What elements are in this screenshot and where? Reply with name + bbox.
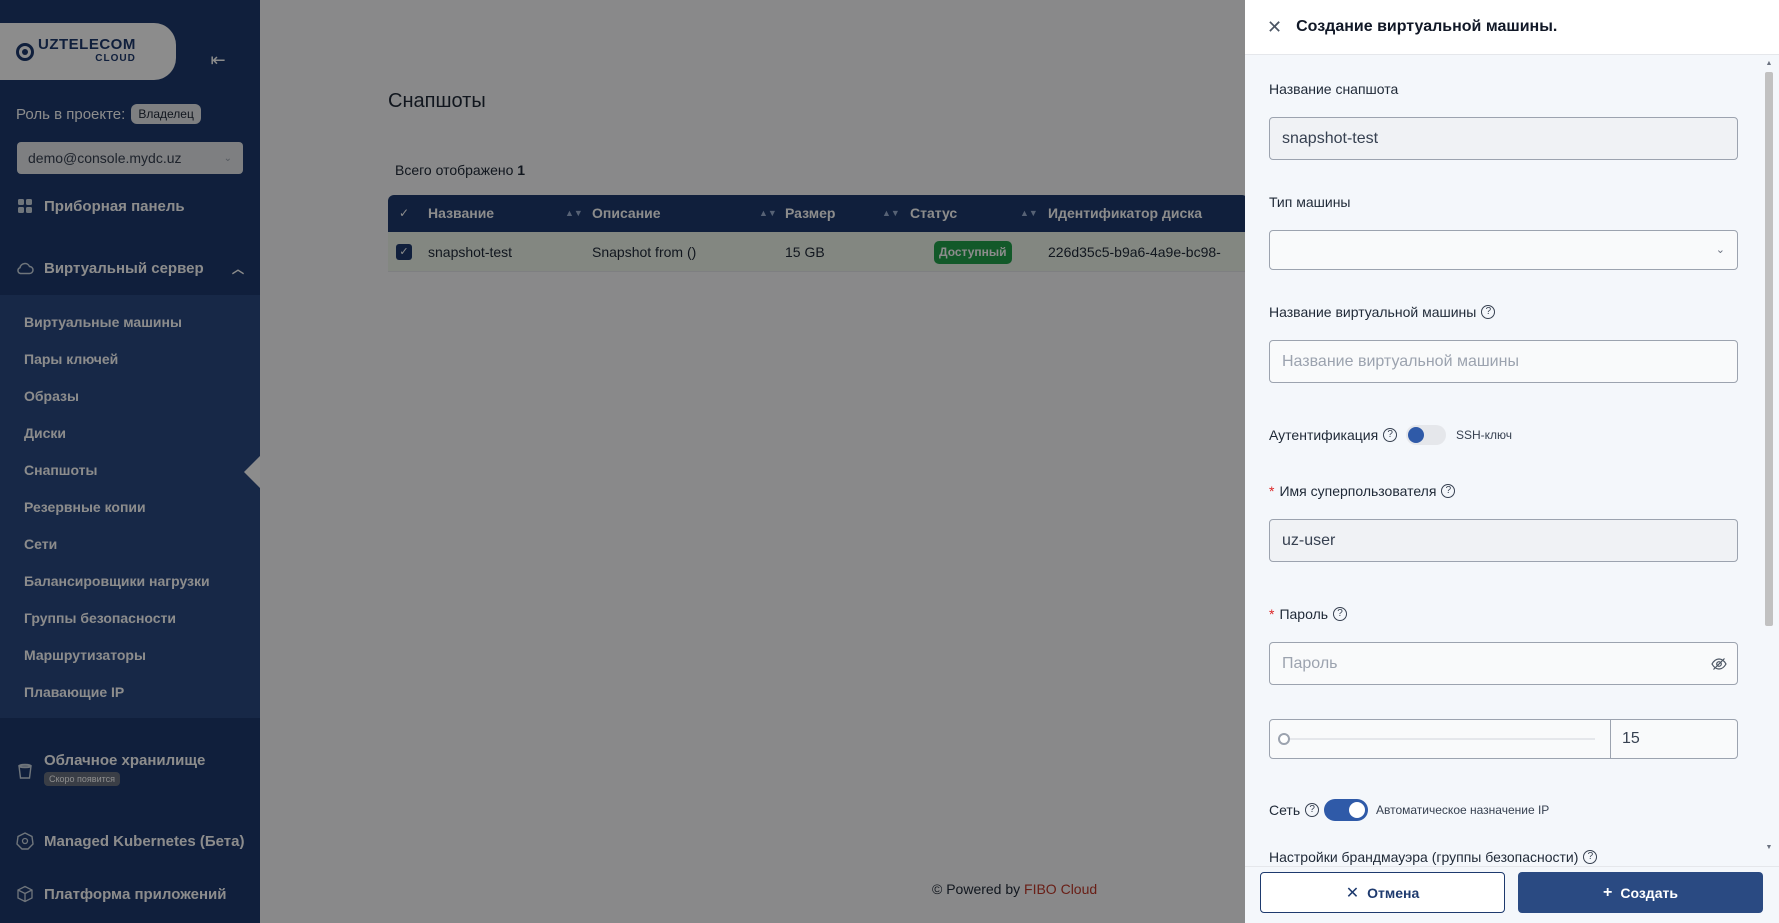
snapshot-name-value: snapshot-test — [1282, 130, 1379, 147]
help-icon[interactable]: ? — [1441, 484, 1456, 498]
help-icon[interactable]: ? — [1333, 607, 1348, 621]
help-icon[interactable]: ? — [1305, 803, 1320, 817]
cancel-button-label: Отмена — [1367, 884, 1420, 901]
machine-type-select[interactable]: ⌄ — [1269, 230, 1738, 270]
help-icon[interactable]: ? — [1481, 305, 1496, 319]
scroll-down-icon[interactable]: ▼ — [1764, 844, 1774, 851]
vm-name-label-row: Название виртуальной машины ? — [1269, 304, 1496, 320]
drawer-title: Создание виртуальной машины. — [1296, 18, 1558, 35]
network-option-label: Автоматическое назначение IP — [1376, 803, 1550, 817]
chevron-down-icon: ⌄ — [1715, 244, 1725, 256]
vm-name-label: Название виртуальной машины — [1269, 304, 1477, 320]
create-vm-drawer: ✕ Создание виртуальной машины. Название … — [1245, 0, 1779, 923]
create-button-label: Создать — [1620, 884, 1678, 901]
network-toggle[interactable] — [1324, 799, 1368, 821]
auth-option-label: SSH-ключ — [1456, 428, 1513, 442]
firewall-label-row: Настройки брандмауэра (группы безопаснос… — [1269, 849, 1598, 865]
disk-size-slider-handle[interactable] — [1278, 733, 1290, 745]
password-label: Пароль — [1279, 606, 1329, 622]
network-label: Сеть — [1269, 802, 1301, 818]
superuser-label-row: * Имя суперпользователя ? — [1269, 483, 1456, 499]
disk-size-input[interactable]: 15 — [1610, 720, 1738, 758]
password-placeholder: Пароль — [1282, 655, 1338, 672]
scroll-up-icon[interactable]: ▲ — [1764, 60, 1774, 67]
auth-toggle[interactable] — [1406, 425, 1446, 445]
vm-name-placeholder: Название виртуальной машины — [1282, 353, 1519, 370]
close-icon: ✕ — [1345, 884, 1360, 902]
cancel-button[interactable]: ✕ Отмена — [1260, 872, 1505, 913]
machine-type-label: Тип машины — [1269, 194, 1351, 210]
firewall-label: Настройки брандмауэра (группы безопаснос… — [1269, 849, 1579, 865]
required-mark: * — [1269, 606, 1275, 622]
snapshot-name-label: Название снапшота — [1269, 81, 1399, 97]
password-label-row: * Пароль ? — [1269, 606, 1348, 622]
snapshot-name-input: snapshot-test — [1269, 117, 1738, 160]
create-button[interactable]: + Создать — [1518, 872, 1763, 913]
scrollbar-thumb[interactable] — [1765, 72, 1773, 626]
eye-off-icon[interactable] — [1711, 656, 1727, 672]
disk-size-control: 15 — [1269, 719, 1738, 759]
auth-label-row: Аутентификация ? — [1269, 427, 1398, 443]
plus-icon: + — [1603, 883, 1613, 901]
toggle-knob — [1349, 802, 1365, 818]
auth-label: Аутентификация — [1269, 427, 1379, 443]
drawer-footer: ✕ Отмена + Создать — [1245, 866, 1779, 923]
disk-size-slider-track[interactable] — [1280, 738, 1595, 740]
superuser-input[interactable]: uz-user — [1269, 519, 1738, 562]
toggle-knob — [1408, 427, 1424, 443]
help-icon[interactable]: ? — [1583, 850, 1598, 864]
drawer-scrollbar[interactable]: ▲ ▼ — [1764, 60, 1774, 851]
modal-overlay[interactable] — [0, 0, 1245, 923]
help-icon[interactable]: ? — [1383, 428, 1398, 442]
superuser-label: Имя суперпользователя — [1279, 483, 1437, 499]
vm-name-input[interactable]: Название виртуальной машины — [1269, 340, 1738, 383]
network-label-row: Сеть ? — [1269, 802, 1320, 818]
password-input[interactable]: Пароль — [1269, 642, 1738, 685]
drawer-header: ✕ Создание виртуальной машины. — [1245, 0, 1779, 55]
close-icon[interactable]: ✕ — [1267, 17, 1282, 38]
required-mark: * — [1269, 483, 1275, 499]
superuser-value: uz-user — [1282, 532, 1336, 549]
